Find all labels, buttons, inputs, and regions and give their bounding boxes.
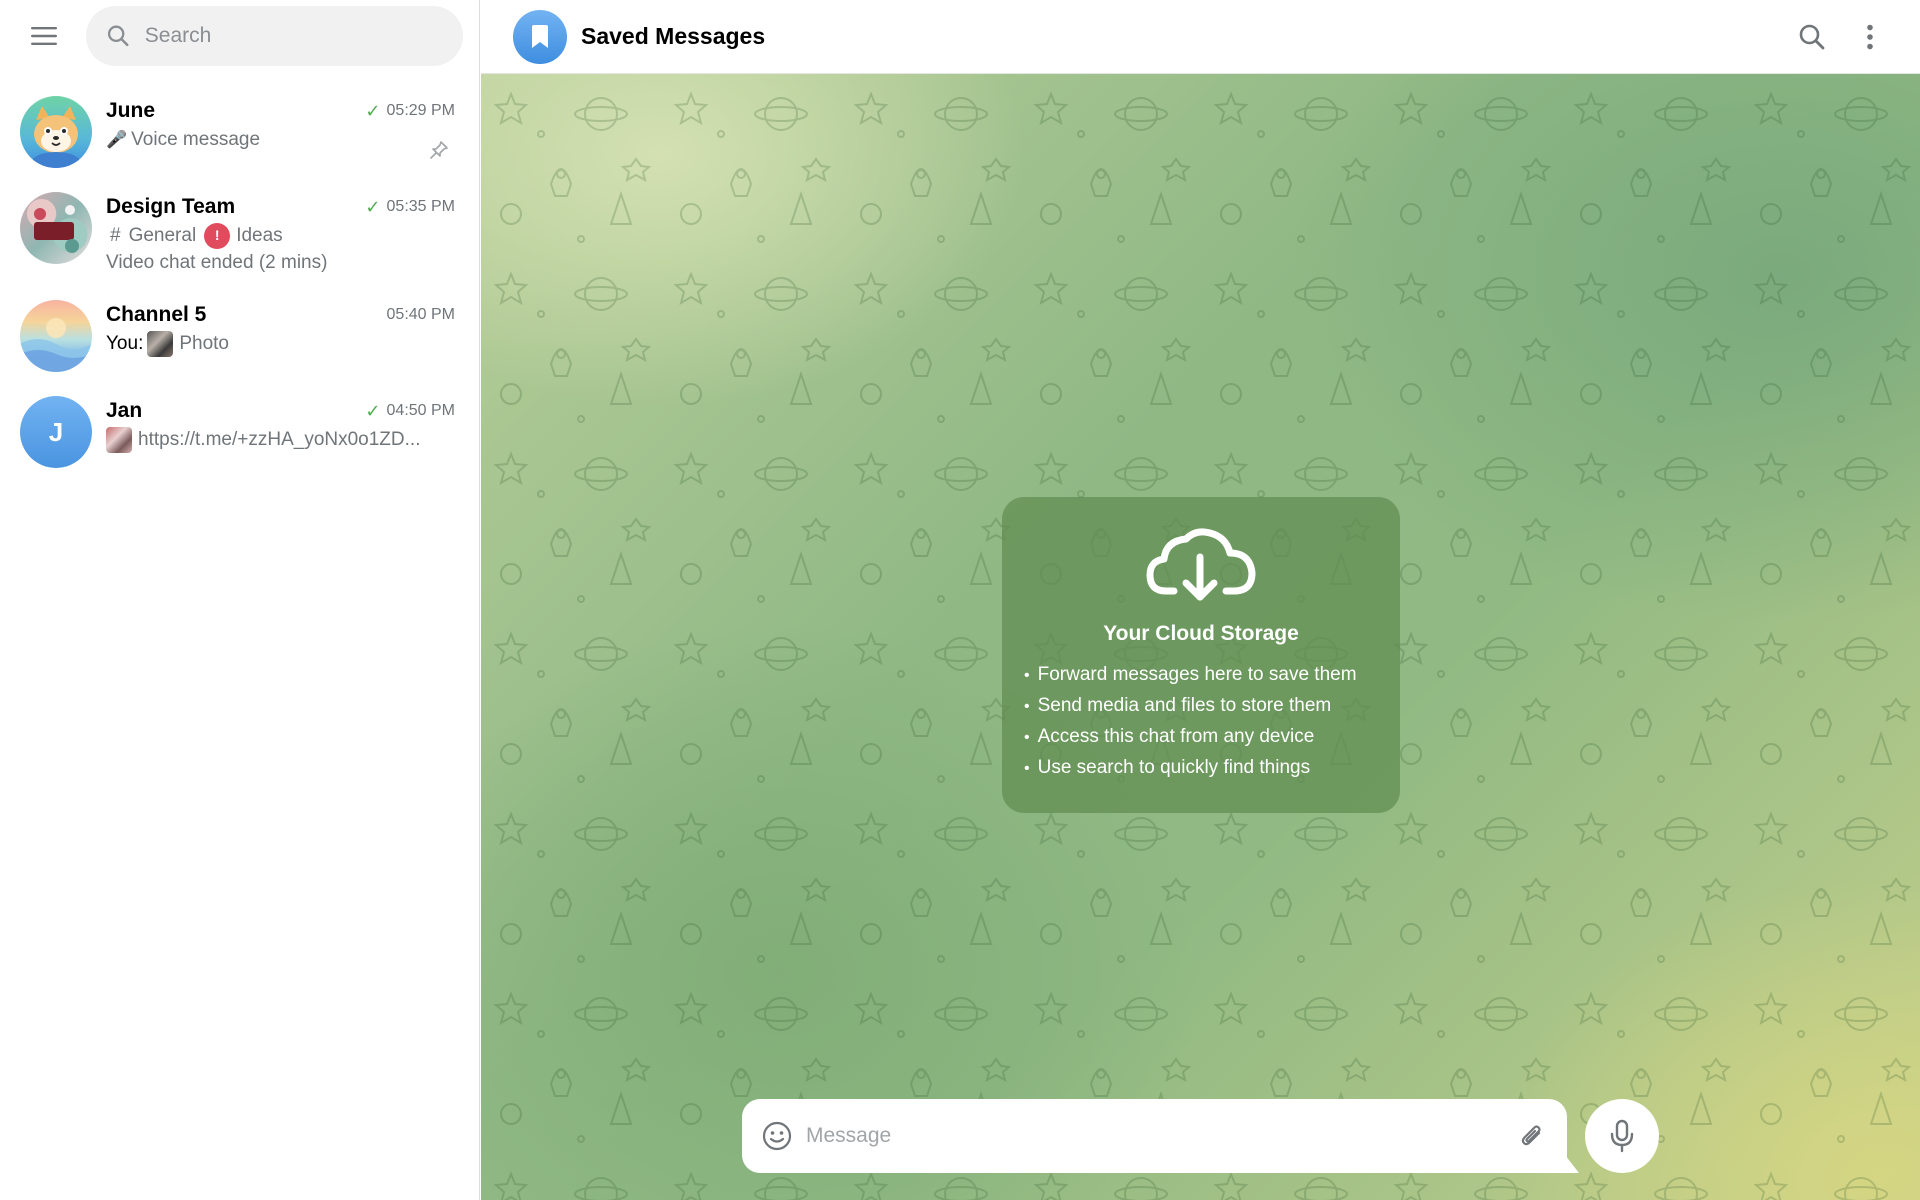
chat-title[interactable]: Saved Messages [581, 23, 1776, 50]
list-item: Use search to quickly find things [1024, 753, 1400, 784]
sidebar-header [0, 0, 479, 72]
chat-body: Design Team ✓ 05:35 PM # General ! Ideas… [106, 192, 455, 276]
paperclip-icon[interactable] [1517, 1121, 1547, 1151]
chat-item-design-team[interactable]: Design Team ✓ 05:35 PM # General ! Ideas… [10, 180, 469, 288]
avatar-initial: J [48, 416, 64, 447]
hamburger-icon [31, 27, 57, 45]
chat-time: 04:50 PM [386, 402, 455, 419]
hashtag-icon: # [110, 225, 121, 246]
list-item: Forward messages here to save them [1024, 660, 1400, 691]
chat-preview: You: Photo [106, 330, 455, 357]
chat-name: June [106, 99, 156, 122]
more-vertical-icon [1867, 24, 1873, 49]
list-item: Access this chat from any device [1024, 722, 1400, 753]
chat-body: Jan ✓ 04:50 PM https://t.me/+zzHA_yoNx0o… [106, 396, 455, 468]
chat-wallpaper: Your Cloud Storage Forward messages here… [481, 74, 1920, 1200]
chat-list: June ✓ 05:29 PM 🎤 Voice message Design T… [0, 72, 479, 480]
menu-button[interactable] [24, 16, 64, 56]
chat-list-sidebar: June ✓ 05:29 PM 🎤 Voice message [0, 0, 480, 1200]
topic-badge: ! [204, 222, 231, 249]
pin-icon [430, 141, 448, 159]
emoji-icon[interactable] [762, 1121, 792, 1151]
chat-meta: ✓ 05:35 PM [365, 197, 455, 218]
pastel-waves-icon [20, 318, 92, 372]
preview-text: https://t.me/+zzHA_yoNx0o1ZD... [138, 429, 421, 450]
chat-meta: ✓ 04:50 PM [365, 401, 455, 422]
chat-panel: Saved Messages Your Cloud Storage • Forw… [481, 0, 1920, 1200]
floral-photo-icon [34, 205, 79, 253]
chat-time: 05:29 PM [386, 102, 455, 119]
chat-preview: https://t.me/+zzHA_yoNx0o1ZD... [106, 426, 455, 453]
empty-state-title: Your Cloud Storage [1103, 622, 1299, 645]
chat-meta: ✓ 05:29 PM [365, 101, 455, 122]
more-options-button[interactable] [1848, 15, 1892, 59]
read-check-icon: ✓ [365, 400, 381, 421]
search-field[interactable] [86, 6, 463, 66]
topic-general: General [128, 225, 197, 246]
chat-preview: Video chat ended (2 mins) [106, 249, 455, 276]
microphone-icon [1610, 1119, 1634, 1153]
chat-body: Channel 5 05:40 PM You: Photo [106, 300, 455, 372]
chat-time: 05:35 PM [386, 198, 455, 215]
chat-item-channel-5[interactable]: Channel 5 05:40 PM You: Photo [10, 288, 469, 384]
search-icon [1799, 24, 1825, 49]
search-input[interactable] [144, 24, 443, 48]
topic-ideas: Ideas [236, 225, 283, 246]
chat-name: Channel 5 [106, 303, 207, 326]
avatar: J [20, 396, 92, 468]
shiba-sticker-icon [32, 106, 80, 168]
topic-line: # General ! Ideas [106, 222, 455, 249]
search-button[interactable] [1790, 15, 1834, 59]
preview-text: Voice message [131, 129, 261, 150]
saved-messages-avatar[interactable] [513, 9, 567, 64]
message-composer [742, 1099, 1567, 1173]
chat-item-jan[interactable]: J Jan ✓ 04:50 PM https://t.me/+zzHA_yoNx… [10, 384, 469, 480]
chat-item-june[interactable]: June ✓ 05:29 PM 🎤 Voice message [10, 84, 469, 180]
sender-label: You: [106, 333, 144, 354]
read-check-icon: ✓ [365, 100, 381, 121]
chat-meta: 05:40 PM [387, 306, 455, 324]
chat-name: Design Team [106, 195, 236, 218]
avatar [20, 300, 92, 372]
read-check-icon: ✓ [365, 196, 381, 217]
microphone-icon: 🎤 [106, 130, 128, 149]
message-input[interactable] [806, 1124, 1517, 1148]
cloud-storage-card: Your Cloud Storage Forward messages here… [1002, 497, 1400, 813]
avatar [20, 192, 92, 264]
chat-name: Jan [106, 399, 143, 422]
preview-text: Photo [179, 333, 229, 354]
voice-record-button[interactable] [1585, 1099, 1659, 1173]
preview-text: Video chat ended (2 mins) [106, 252, 328, 273]
avatar [20, 96, 92, 168]
chat-preview: 🎤 Voice message [106, 126, 455, 153]
link-thumbnail-icon [106, 426, 132, 453]
empty-state-list: Forward messages here to save them Send … [1002, 660, 1400, 784]
chat-time: 05:40 PM [386, 306, 455, 323]
photo-thumbnail-icon [147, 330, 174, 357]
bookmark-icon [532, 24, 548, 48]
chat-body: June ✓ 05:29 PM 🎤 Voice message [106, 96, 455, 168]
chat-header: Saved Messages [481, 0, 1920, 74]
list-item: Send media and files to store them [1024, 691, 1400, 722]
cloud-download-icon [1146, 528, 1256, 601]
search-icon [107, 25, 129, 47]
